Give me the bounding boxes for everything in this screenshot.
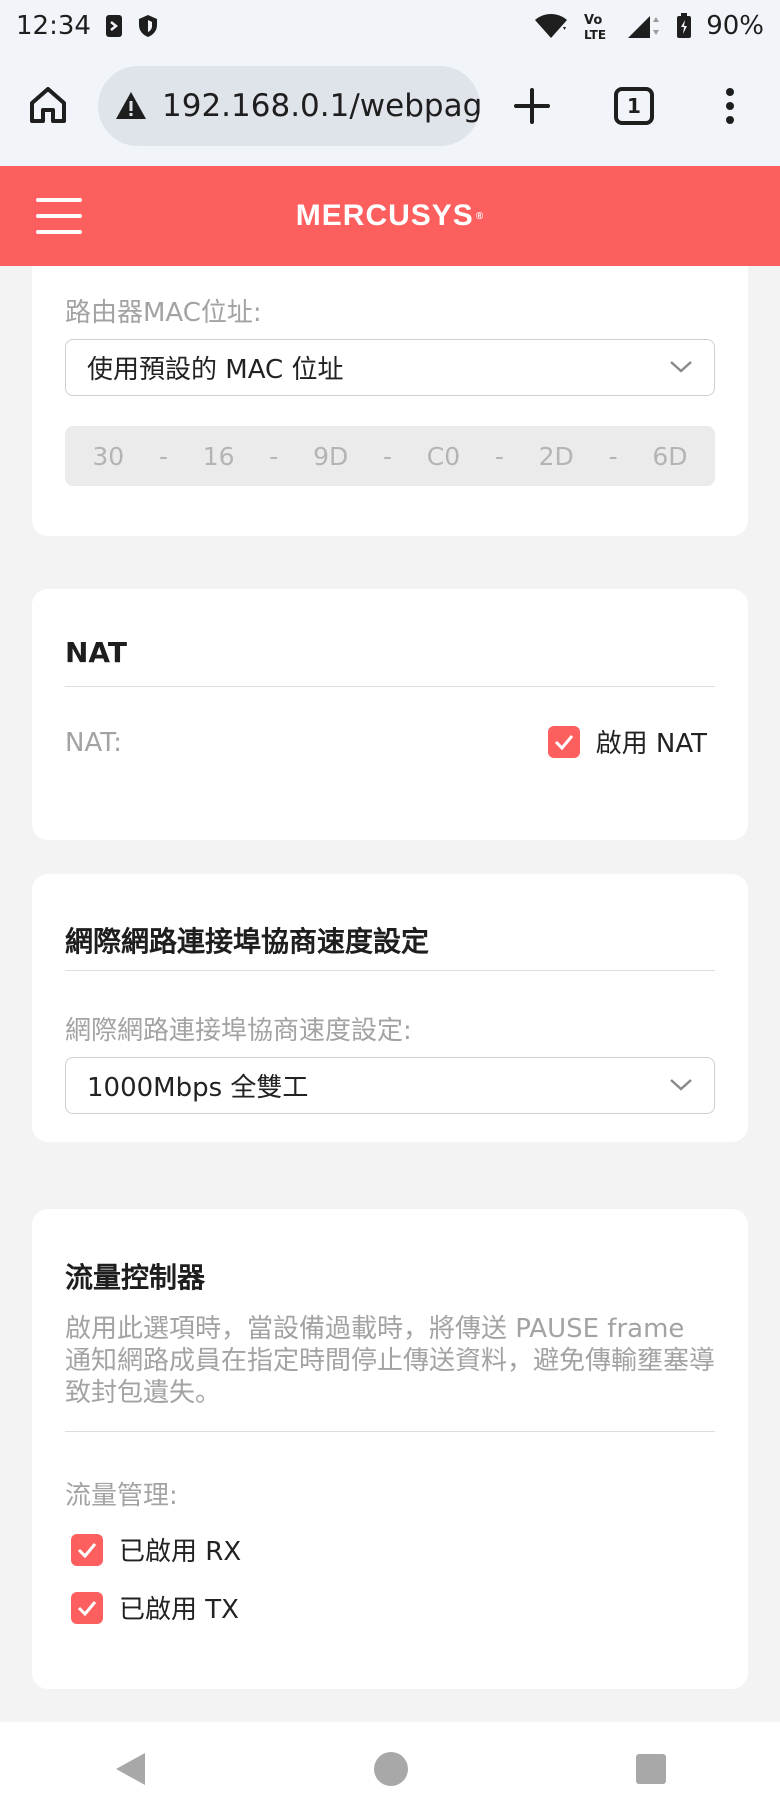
url-text[interactable]: 192.168.0.1/webpages bbox=[162, 88, 480, 124]
address-bar[interactable]: 192.168.0.1/webpages bbox=[98, 66, 480, 146]
status-time: 12:34 bbox=[16, 11, 91, 41]
svg-text:LTE: LTE bbox=[584, 28, 606, 41]
home-icon[interactable] bbox=[28, 85, 68, 125]
chevron-down-icon bbox=[670, 361, 692, 373]
phone-app-icon bbox=[105, 14, 123, 38]
mac-octet-5[interactable]: 2D bbox=[539, 442, 574, 471]
mac-separator: - bbox=[269, 441, 279, 471]
mac-card: 路由器MAC位址: 使用預設的 MAC 位址 30 - 16 - 9D - C0… bbox=[32, 266, 748, 536]
tx-enabled-label: 已啟用 TX bbox=[119, 1595, 239, 1625]
mac-separator: - bbox=[382, 441, 392, 471]
mac-octet-3[interactable]: 9D bbox=[313, 442, 348, 471]
mac-select-value: 使用預設的 MAC 位址 bbox=[87, 355, 344, 385]
mac-separator: - bbox=[608, 441, 618, 471]
signal-icon bbox=[626, 13, 662, 39]
mac-label: 路由器MAC位址: bbox=[65, 298, 262, 328]
browser-toolbar: 192.168.0.1/webpages 1 bbox=[0, 52, 780, 166]
main-content: 路由器MAC位址: 使用預設的 MAC 位址 30 - 16 - 9D - C0… bbox=[0, 266, 780, 1722]
home-circle-icon[interactable] bbox=[373, 1751, 409, 1791]
mac-separator: - bbox=[494, 441, 504, 471]
wan-speed-card: 網際網路連接埠協商速度設定 網際網路連接埠協商速度設定: 1000Mbps 全雙… bbox=[32, 874, 748, 1142]
mac-select[interactable]: 使用預設的 MAC 位址 bbox=[65, 339, 715, 396]
new-tab-icon[interactable] bbox=[510, 84, 554, 128]
enable-nat-checkbox[interactable]: 啟用 NAT bbox=[547, 723, 707, 760]
mac-octet-1[interactable]: 30 bbox=[92, 442, 124, 471]
wan-speed-select-value: 1000Mbps 全雙工 bbox=[87, 1073, 309, 1103]
checkbox-checked-icon[interactable] bbox=[71, 1591, 103, 1624]
back-icon[interactable] bbox=[113, 1751, 147, 1791]
divider bbox=[65, 686, 715, 687]
wan-speed-title: 網際網路連接埠協商速度設定 bbox=[65, 925, 430, 958]
logo-text: MERCUSYS bbox=[295, 199, 474, 232]
flow-control-description: 啟用此選項時，當設備過載時，將傳送 PAUSE frame 通知網路成員在指定時… bbox=[65, 1314, 716, 1408]
flow-control-card: 流量控制器 啟用此選項時，當設備過載時，將傳送 PAUSE frame 通知網路… bbox=[32, 1209, 748, 1689]
warning-icon[interactable] bbox=[114, 89, 148, 123]
nat-card: NAT NAT: 啟用 NAT bbox=[32, 589, 748, 840]
volte-icon: Vo LTE bbox=[582, 11, 612, 41]
wan-speed-select[interactable]: 1000Mbps 全雙工 bbox=[65, 1057, 715, 1114]
enable-nat-label: 啟用 NAT bbox=[595, 729, 707, 759]
shield-icon bbox=[137, 14, 159, 38]
checkbox-checked-icon[interactable] bbox=[71, 1533, 103, 1566]
recents-icon[interactable] bbox=[635, 1753, 667, 1789]
status-bar: 12:34 Vo LTE 90% bbox=[0, 0, 780, 52]
flow-management-label: 流量管理: bbox=[65, 1481, 178, 1511]
chevron-down-icon bbox=[670, 1079, 692, 1091]
mac-separator: - bbox=[158, 441, 168, 471]
android-nav-bar bbox=[0, 1722, 780, 1820]
hamburger-menu-icon[interactable] bbox=[36, 196, 82, 236]
rx-enabled-label: 已啟用 RX bbox=[119, 1537, 242, 1567]
flow-control-title: 流量控制器 bbox=[65, 1261, 206, 1294]
nat-title: NAT bbox=[65, 636, 128, 669]
mac-address-fields: 30 - 16 - 9D - C0 - 2D - 6D bbox=[65, 426, 715, 486]
wifi-icon bbox=[534, 13, 568, 39]
nat-label: NAT: bbox=[65, 728, 123, 758]
battery-icon bbox=[676, 13, 692, 39]
svg-text:Vo: Vo bbox=[584, 13, 602, 28]
mac-octet-6[interactable]: 6D bbox=[652, 442, 687, 471]
rx-enabled-checkbox[interactable]: 已啟用 RX bbox=[71, 1531, 241, 1568]
tx-enabled-checkbox[interactable]: 已啟用 TX bbox=[71, 1589, 239, 1626]
divider bbox=[65, 970, 715, 971]
divider bbox=[65, 1431, 715, 1432]
mac-octet-2[interactable]: 16 bbox=[203, 442, 235, 471]
app-header: MERCUSYS ® bbox=[0, 166, 780, 266]
wan-speed-label: 網際網路連接埠協商速度設定: bbox=[65, 1016, 412, 1046]
tab-switcher-button[interactable]: 1 bbox=[614, 87, 654, 125]
tab-count: 1 bbox=[627, 94, 641, 118]
more-options-icon[interactable] bbox=[718, 86, 742, 126]
mercusys-logo: MERCUSYS ® bbox=[295, 199, 485, 232]
checkbox-checked-icon[interactable] bbox=[547, 725, 580, 758]
mac-octet-4[interactable]: C0 bbox=[427, 442, 460, 471]
battery-percent: 90% bbox=[706, 11, 764, 41]
